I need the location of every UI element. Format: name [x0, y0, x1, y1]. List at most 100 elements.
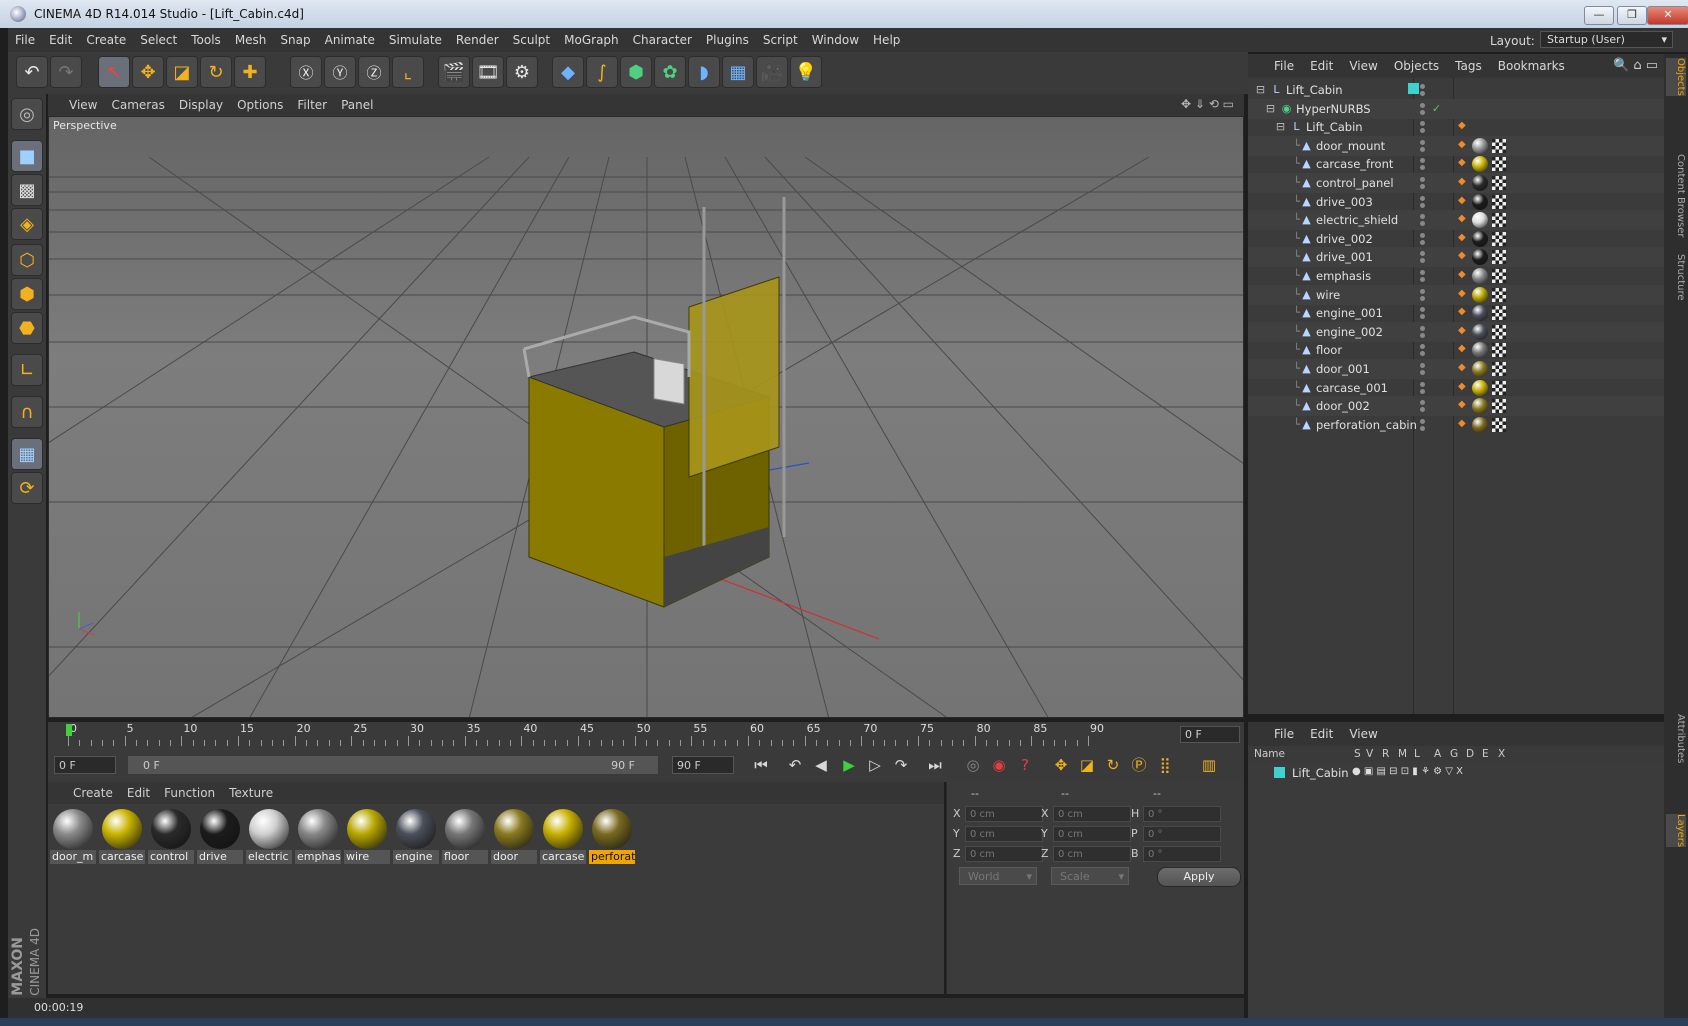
uvw-tag-icon[interactable] — [1492, 176, 1506, 190]
uvw-tag-icon[interactable] — [1492, 269, 1506, 283]
layer-color-swatch[interactable] — [1408, 83, 1419, 94]
uvw-tag-icon[interactable] — [1492, 213, 1506, 228]
render-visibility-dot[interactable] — [1420, 239, 1425, 245]
object-row[interactable]: └ ▲ drive_001 ◆ — [1248, 247, 1664, 268]
side-tab-objects[interactable]: Objects — [1666, 58, 1686, 96]
render-picture-viewer-icon[interactable]: 🎞 — [472, 56, 504, 88]
visibility-dots[interactable] — [1420, 120, 1430, 134]
workplane-icon[interactable]: ◈ — [11, 208, 43, 240]
render-visibility-dot[interactable] — [1420, 425, 1425, 431]
layer-row[interactable]: Lift_Cabin ● ▣ ▤ ⊟ ⊡ ▮ ⚘ ⚙ ▽ X — [1248, 763, 1664, 783]
object-row[interactable]: ⊟ ◉ HyperNURBS ✓ — [1248, 98, 1664, 119]
uvw-tag-icon[interactable] — [1492, 250, 1506, 265]
viewport-menu-display[interactable]: Display — [172, 94, 230, 116]
material-swatch[interactable]: electric — [246, 806, 292, 864]
material-tag-icon[interactable] — [1472, 137, 1488, 154]
editor-visibility-dot[interactable] — [1420, 232, 1425, 238]
material-tag-icon[interactable] — [1472, 361, 1488, 377]
visibility-dots[interactable] — [1420, 176, 1430, 190]
material-swatch[interactable]: carcase — [540, 806, 586, 864]
expand-icon[interactable]: ⊟ — [1264, 102, 1277, 115]
editor-visibility-dot[interactable] — [1420, 400, 1425, 406]
material-tag-icon[interactable] — [1472, 175, 1488, 191]
uvw-tag-icon[interactable] — [1492, 324, 1506, 339]
material-tag-icon[interactable] — [1472, 323, 1488, 340]
object-row[interactable]: ⊟ L Lift_Cabin — [1248, 80, 1664, 100]
snap-magnet-icon[interactable]: ∩ — [11, 396, 43, 428]
apply-button[interactable]: Apply — [1157, 867, 1241, 887]
object-row[interactable]: └ ▲ control_panel ◆ — [1248, 173, 1664, 193]
record-keyframe-icon[interactable]: ◎ — [960, 753, 986, 777]
object-row[interactable]: └ ▲ electric_shield ◆ — [1248, 210, 1664, 231]
material-tag-icon[interactable] — [1472, 156, 1488, 173]
maximize-button[interactable]: ❐ — [1617, 6, 1647, 25]
menu-mesh[interactable]: Mesh — [228, 28, 274, 52]
editor-visibility-dot[interactable] — [1420, 121, 1425, 127]
undo-icon[interactable]: ↶ — [16, 56, 48, 88]
phong-tag-icon[interactable]: ◆ — [1458, 157, 1468, 169]
floor-icon[interactable]: ▦ — [722, 56, 754, 88]
editor-visibility-dot[interactable] — [1420, 418, 1425, 424]
viewport-menu-cameras[interactable]: Cameras — [104, 94, 171, 116]
visibility-dots[interactable] — [1420, 325, 1430, 339]
material-tag-icon[interactable] — [1472, 249, 1488, 266]
layer-menu-edit[interactable]: Edit — [1302, 722, 1341, 746]
playhead-marker[interactable] — [66, 724, 72, 736]
phong-tag-icon[interactable]: ◆ — [1458, 418, 1468, 430]
menu-animate[interactable]: Animate — [318, 28, 382, 52]
points-mode-icon[interactable]: ⬡ — [11, 244, 43, 276]
phong-tag-icon[interactable]: ◆ — [1458, 288, 1468, 300]
menu-create[interactable]: Create — [79, 28, 133, 52]
side-tab-content-browser[interactable]: Content Browser — [1666, 154, 1686, 237]
timeline-ruler[interactable]: 0 5 10 15 20 25 30 35 40 45 50 55 60 65 70 75 80 85 90 0 F — [48, 722, 1244, 748]
visibility-dots[interactable] — [1420, 306, 1430, 320]
material-menu-function[interactable]: Function — [157, 782, 222, 804]
phong-tag-icon[interactable]: ◆ — [1458, 232, 1468, 244]
viewport-menu-panel[interactable]: Panel — [334, 94, 380, 116]
render-visibility-dot[interactable] — [1420, 351, 1425, 357]
coord-field[interactable]: 0 cm — [1053, 806, 1131, 822]
layer-menu-file[interactable]: File — [1266, 722, 1302, 746]
visibility-dots[interactable] — [1420, 399, 1430, 413]
editor-visibility-dot[interactable] — [1420, 381, 1425, 387]
timeline-window-icon[interactable]: ▥ — [1196, 753, 1222, 777]
material-tag-icon[interactable] — [1472, 305, 1488, 322]
object-menu-objects[interactable]: Objects — [1386, 54, 1447, 78]
autokey-icon[interactable]: ◉ — [986, 753, 1012, 777]
object-menu-file[interactable]: File — [1266, 54, 1302, 78]
material-swatch[interactable]: emphas — [295, 806, 341, 864]
material-swatch[interactable]: door_m — [50, 806, 96, 864]
material-swatch[interactable]: control — [148, 806, 194, 864]
layer-menu-view[interactable]: View — [1341, 722, 1385, 746]
scale-icon[interactable]: ◪ — [166, 56, 198, 88]
uvw-tag-icon[interactable] — [1492, 362, 1506, 376]
object-row[interactable]: └ ▲ engine_001 ◆ — [1248, 303, 1664, 323]
visibility-dots[interactable] — [1420, 343, 1430, 357]
render-visibility-dot[interactable] — [1420, 277, 1425, 282]
minimize-button[interactable]: — — [1584, 6, 1614, 25]
previous-frame-icon[interactable]: ◀ — [808, 753, 834, 777]
texture-mode-icon[interactable]: ▩ — [11, 174, 43, 206]
render-visibility-dot[interactable] — [1420, 109, 1425, 115]
visibility-dots[interactable] — [1420, 269, 1430, 283]
object-row[interactable]: └ ▲ door_mount ◆ — [1248, 135, 1664, 156]
object-menu-bookmarks[interactable]: Bookmarks — [1490, 54, 1573, 78]
menu-simulate[interactable]: Simulate — [382, 28, 449, 52]
point-level-key-icon[interactable]: ⣿ — [1152, 753, 1178, 777]
layer-color-swatch[interactable] — [1274, 767, 1285, 778]
object-manager-search-icon[interactable]: 🔍 ⌂ ▭ — [1613, 58, 1658, 73]
side-tab-layers[interactable]: Layers — [1666, 814, 1686, 848]
coordinate-system-icon[interactable]: ⌞ — [392, 56, 424, 88]
material-swatch[interactable]: drive — [197, 806, 243, 864]
menu-help[interactable]: Help — [866, 28, 907, 52]
object-row[interactable]: └ ▲ emphasis ◆ — [1248, 266, 1664, 286]
uvw-tag-icon[interactable] — [1492, 231, 1506, 246]
material-tag-icon[interactable] — [1472, 193, 1488, 210]
model-mode-icon[interactable]: ■ — [11, 140, 43, 172]
editor-visibility-dot[interactable] — [1420, 270, 1425, 275]
phong-tag-icon[interactable]: ◆ — [1458, 306, 1468, 318]
object-row[interactable]: └ ▲ engine_002 ◆ — [1248, 321, 1664, 342]
render-visibility-dot[interactable] — [1420, 388, 1425, 394]
render-visibility-dot[interactable] — [1420, 128, 1425, 134]
menu-sculpt[interactable]: Sculpt — [506, 28, 557, 52]
